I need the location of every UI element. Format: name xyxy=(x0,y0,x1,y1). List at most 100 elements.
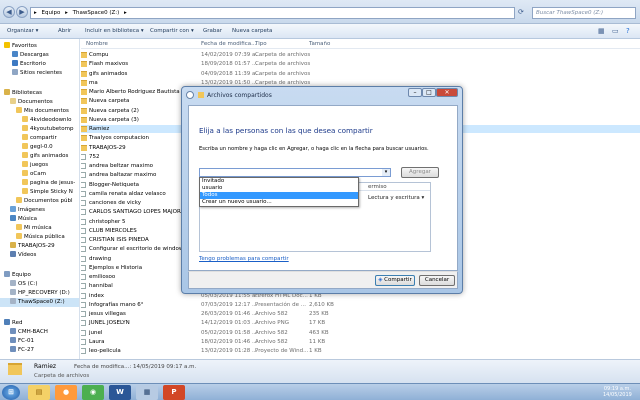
breadcrumb-item[interactable]: ThawSpace0 (Z:) xyxy=(73,10,120,16)
shield-icon: ◈ xyxy=(378,277,383,283)
nav-subfolder[interactable]: oCam xyxy=(22,170,46,179)
nav-my-music[interactable]: Mi música xyxy=(16,224,52,233)
dropdown-option[interactable]: usuario xyxy=(200,185,358,192)
nav-subfolder[interactable]: compartir xyxy=(22,134,57,143)
nav-subfolder[interactable]: pagina de jesus- xyxy=(22,179,75,188)
breadcrumb-item[interactable]: Equipo xyxy=(42,10,61,16)
nav-network-pc[interactable]: CMH-BACH xyxy=(10,328,48,337)
nav-subfolder[interactable]: 4kyoutubetomp xyxy=(22,125,73,134)
dropdown-option-selected[interactable]: Todos xyxy=(200,192,358,199)
add-button[interactable]: Agregar xyxy=(401,167,439,178)
minimize-button[interactable]: – xyxy=(408,88,422,97)
column-type[interactable]: Tipo xyxy=(255,41,267,47)
nav-desktop[interactable]: Escritorio xyxy=(12,60,46,69)
close-button[interactable]: ✕ xyxy=(436,88,458,97)
help-icon[interactable]: ? xyxy=(626,27,630,35)
file-date: 18/02/2019 01:46 ... xyxy=(201,338,258,345)
file-icon xyxy=(81,227,86,234)
nav-drive-z[interactable]: ThawSpace0 (Z:) xyxy=(0,298,79,307)
include-library-button[interactable]: Incluir en biblioteca ▾ xyxy=(85,28,144,34)
back-button[interactable]: ◀ xyxy=(3,6,15,18)
downloads-icon xyxy=(12,51,18,57)
nav-trabajos[interactable]: TRABAJOS-29 xyxy=(10,242,55,251)
permission-level-header: ermiso xyxy=(368,184,387,190)
organize-button[interactable]: Organizar ▾ xyxy=(7,28,38,34)
file-row[interactable]: leo-pelicula 13/02/2019 01:28 ... Proyecto… xyxy=(81,347,640,355)
folder-icon xyxy=(22,179,28,185)
nav-subfolder[interactable]: juegos xyxy=(22,161,48,170)
burn-button[interactable]: Grabar xyxy=(203,28,222,34)
file-row[interactable]: JUNEL JOSELYN 14/12/2019 01:03 ... Archivo… xyxy=(81,319,640,327)
search-input[interactable]: Buscar ThawSpace0 (Z:) xyxy=(532,7,636,19)
nav-network[interactable]: Red xyxy=(4,319,22,328)
dropdown-arrow-icon[interactable]: ▾ xyxy=(382,169,390,176)
clock[interactable]: 09:19 a.m. 14/05/2019 xyxy=(603,386,632,398)
maximize-button[interactable]: □ xyxy=(422,88,436,97)
file-name: camila renata aldaz velasco xyxy=(89,190,166,197)
file-row[interactable]: jesus villegas 26/03/2019 01:46 ... Archiv… xyxy=(81,310,640,318)
permission-level-select[interactable]: Lectura y escritura ▾ xyxy=(368,195,424,201)
column-size[interactable]: Tamaño xyxy=(309,41,330,47)
firefox-icon[interactable]: ● xyxy=(55,385,77,400)
nav-libraries[interactable]: Bibliotecas xyxy=(4,89,42,98)
refresh-button[interactable]: ⟳ xyxy=(518,8,528,18)
file-row[interactable]: Infografías mano 6° 07/03/2019 12:17 ... P… xyxy=(81,301,640,309)
nav-recent[interactable]: Sitios recientes xyxy=(12,69,62,78)
nav-subfolder[interactable]: gifs animados xyxy=(22,152,68,161)
nav-computer[interactable]: Equipo xyxy=(4,271,31,280)
nav-music[interactable]: Música xyxy=(10,215,37,224)
folder-icon: ▸ xyxy=(34,10,37,16)
file-name: junel xyxy=(89,329,103,336)
open-button[interactable]: Abrir xyxy=(58,28,71,34)
nav-my-documents[interactable]: Mis documentos xyxy=(16,107,69,116)
share-with-button[interactable]: Compartir con ▾ xyxy=(150,28,194,34)
back-icon[interactable] xyxy=(186,91,194,99)
nav-network-pc[interactable]: FC-01 xyxy=(10,337,34,346)
new-folder-button[interactable]: Nueva carpeta xyxy=(232,28,272,34)
music-icon xyxy=(10,215,16,221)
nav-subfolder[interactable]: gegl-0.0 xyxy=(22,143,53,152)
user-dropdown-list: Invitado usuario Todos Crear un nuevo us… xyxy=(199,177,359,207)
nav-videos[interactable]: Vídeos xyxy=(10,251,36,260)
file-name: 752 xyxy=(89,153,100,160)
file-row[interactable]: Flash maxivos 18/09/2018 01:57 ... Carpeta… xyxy=(81,60,640,68)
nav-drive-c[interactable]: OS (C:) xyxy=(10,280,38,289)
cancel-button[interactable]: Cancelar xyxy=(419,275,455,286)
nav-images[interactable]: Imágenes xyxy=(10,206,45,215)
nav-subfolder[interactable]: 4kvideodownlo xyxy=(22,116,71,125)
powerpoint-icon[interactable]: P xyxy=(163,385,185,400)
file-name: index xyxy=(89,292,105,299)
explorer-window-icon[interactable]: ▦ xyxy=(136,385,158,400)
file-name: andrea baltazar maximo xyxy=(89,172,157,179)
file-row[interactable]: Laura 18/02/2019 01:46 ... Archivo 582 11 K… xyxy=(81,338,640,346)
file-row[interactable]: Compu 14/02/2019 07:39 a... Carpeta de arc… xyxy=(81,51,640,59)
column-name[interactable]: Nombre xyxy=(86,41,108,47)
nav-drive-d[interactable]: HP_RECOVERY (D:) xyxy=(10,289,70,298)
nav-downloads[interactable]: Descargas xyxy=(12,51,49,60)
nav-network-pc[interactable]: FC-27 xyxy=(10,346,34,355)
file-icon xyxy=(81,274,86,280)
preview-pane-icon[interactable]: ▭ xyxy=(612,27,619,35)
file-row[interactable]: gifs animados 04/09/2018 11:39 a... Carpet… xyxy=(81,70,640,78)
user-name-input[interactable]: ▾ xyxy=(199,168,391,177)
folder-icon xyxy=(22,152,28,158)
start-button[interactable]: ⊞ xyxy=(2,385,20,400)
column-date[interactable]: Fecha de modifica... xyxy=(201,41,256,47)
nav-documents[interactable]: Documentos xyxy=(10,98,53,107)
share-button[interactable]: ◈ Compartir xyxy=(375,275,415,286)
chrome-icon[interactable]: ◉ xyxy=(82,385,104,400)
forward-button[interactable]: ▶ xyxy=(16,6,28,18)
nav-public-music[interactable]: Música pública xyxy=(16,233,65,242)
help-link[interactable]: Tengo problemas para compartir xyxy=(199,256,289,262)
file-name: christopher 5 xyxy=(89,218,126,225)
breadcrumb[interactable]: ▸ Equipo ▸ ThawSpace0 (Z:) ▸ xyxy=(30,7,515,19)
dropdown-option[interactable]: Invitado xyxy=(200,178,358,185)
nav-favorites[interactable]: Favoritos xyxy=(4,42,37,51)
word-icon[interactable]: W xyxy=(109,385,131,400)
explorer-icon[interactable]: ▤ xyxy=(28,385,50,400)
views-icon[interactable]: ▦ xyxy=(598,27,605,35)
nav-subfolder[interactable]: Simple Sticky N xyxy=(22,188,73,197)
dropdown-option[interactable]: Crear un nuevo usuario... xyxy=(200,199,358,206)
file-row[interactable]: junel 05/02/2019 01:58 ... Archivo 582 463 … xyxy=(81,329,640,337)
nav-public-documents[interactable]: Documentos públ xyxy=(16,197,72,206)
